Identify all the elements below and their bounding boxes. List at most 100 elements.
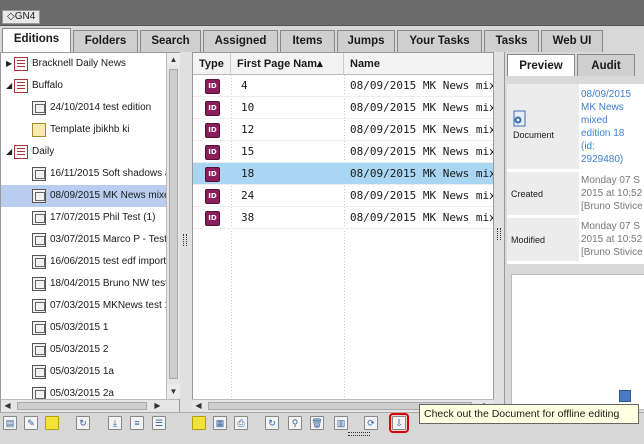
tree-item[interactable]: 05/03/2015 2 [1, 339, 167, 361]
collapse-icon[interactable]: ◢ [6, 82, 14, 90]
table-row[interactable]: ID 24 08/09/2015 MK News mixed edition 1… [193, 185, 493, 207]
tree-item[interactable]: 05/03/2015 1a [1, 361, 167, 383]
table-row[interactable]: ID 15 08/09/2015 MK News mixed edition 1… [193, 141, 493, 163]
table-row[interactable]: ID 38 08/09/2015 MK News mixed edition 1… [193, 207, 493, 229]
tree-item[interactable]: 03/07/2015 Marco P - Test Hi [1, 229, 167, 251]
sync-icon[interactable]: ⟳ [364, 416, 378, 430]
zoom-icon[interactable] [619, 390, 631, 402]
grid-header: Type First Page Nam▴ Name [193, 53, 493, 75]
scroll-thumb[interactable] [169, 69, 178, 379]
checkout-offline-icon[interactable]: ⇩ [389, 413, 409, 433]
table-row-selected[interactable]: ID 18 08/09/2015 MK News mixed edition 1… [193, 163, 493, 185]
tree-item-selected[interactable]: 08/09/2015 MK News mixed [1, 185, 167, 207]
page-icon[interactable] [192, 416, 206, 430]
edit-icon[interactable]: ✎ [24, 416, 38, 430]
edition-icon [32, 299, 46, 313]
pages-grid: Type First Page Nam▴ Name ID 4 08/09/201… [192, 52, 494, 400]
delete-icon[interactable]: 🗑 [310, 416, 324, 430]
open-page-icon[interactable]: ▦ [213, 416, 227, 430]
folder-icon[interactable]: ▥ [334, 416, 348, 430]
attach-icon[interactable]: ⚲ [288, 416, 302, 430]
tree-vertical-scrollbar[interactable]: ▲ ▼ [166, 53, 180, 399]
toolbar-grip[interactable] [348, 432, 370, 436]
column-header-first-page[interactable]: First Page Nam▴ [231, 53, 344, 75]
splitter-grip[interactable] [497, 228, 501, 240]
tree-item[interactable]: 16/06/2015 test edf import [1, 251, 167, 273]
scroll-up-icon[interactable]: ▲ [167, 53, 180, 66]
tree-item[interactable]: ▶ Bracknell Daily News [1, 53, 167, 75]
tab-tasks[interactable]: Tasks [484, 30, 539, 52]
app-title[interactable]: ◇GN4 [2, 10, 41, 24]
tab-preview[interactable]: Preview [507, 54, 575, 76]
tree-item-label: 24/10/2014 test edition [50, 102, 152, 113]
tab-items[interactable]: Items [280, 30, 335, 52]
list-icon[interactable]: ≡ [130, 416, 144, 430]
scroll-left-icon[interactable]: ◀ [1, 400, 14, 412]
tab-your-tasks[interactable]: Your Tasks [397, 30, 482, 52]
edition-icon [32, 255, 46, 269]
edition-icon [32, 211, 46, 225]
download-icon[interactable]: ⤓ [108, 416, 122, 430]
tree-item[interactable]: 17/07/2015 Phil Test (1) [1, 207, 167, 229]
collapse-icon[interactable]: ◢ [6, 148, 14, 156]
print-icon[interactable]: ⎙ [234, 416, 248, 430]
expand-icon[interactable]: ▶ [6, 60, 14, 68]
column-header-type[interactable]: Type [193, 53, 231, 75]
tree-item-label: 16/06/2015 test edf import [50, 256, 167, 267]
app-title-bar: ◇GN4 [0, 0, 644, 26]
right-splitter[interactable] [494, 52, 504, 412]
splitter-grip[interactable] [183, 234, 187, 246]
tab-editions[interactable]: Editions [2, 28, 71, 52]
tree-item-label: 05/03/2015 2 [50, 344, 109, 355]
tab-web-ui[interactable]: Web UI [541, 30, 603, 52]
tab-folders[interactable]: Folders [73, 30, 138, 52]
created-value-line: 2015 at 10:52 [581, 188, 643, 199]
tree-item[interactable]: 05/03/2015 1 [1, 317, 167, 339]
tree-item[interactable]: 18/04/2015 Bruno NW test [1, 273, 167, 295]
left-splitter[interactable] [180, 52, 192, 412]
scroll-down-icon[interactable]: ▼ [167, 385, 180, 398]
tree-horizontal-scrollbar[interactable]: ◀ ▶ [1, 399, 179, 412]
first-page-cell: 18 [241, 167, 255, 180]
new-edition-icon[interactable]: ▤ [3, 416, 17, 430]
list-view-icon[interactable]: ☰ [152, 416, 166, 430]
tree-item[interactable]: 07/03/2015 MKNews test 1 [1, 295, 167, 317]
first-page-cell: 4 [241, 79, 248, 92]
tab-assigned[interactable]: Assigned [203, 30, 278, 52]
edition-icon [32, 321, 46, 335]
name-cell: 08/09/2015 MK News mixed edition 18 [350, 123, 493, 136]
name-cell: 08/09/2015 MK News mixed edition 18 [350, 211, 493, 224]
tab-search[interactable]: Search [140, 30, 201, 52]
tree-item[interactable]: 16/11/2015 Soft shadows an [1, 163, 167, 185]
tree-item[interactable]: 24/10/2014 test edition [1, 97, 167, 119]
name-cell: 08/09/2015 MK News mixed edition 18 [350, 167, 493, 180]
column-header-name[interactable]: Name [344, 53, 493, 75]
tree-item[interactable]: 05/03/2015 2a [1, 383, 167, 399]
refresh-icon[interactable]: ↻ [76, 416, 90, 430]
indesign-page-icon: ID [205, 123, 220, 138]
tree-item[interactable]: ◢ Daily [1, 141, 167, 163]
scroll-thumb[interactable] [17, 402, 147, 410]
app-title-label: GN4 [14, 11, 36, 22]
refresh-icon[interactable]: ↻ [265, 416, 279, 430]
publication-icon [14, 145, 28, 159]
tooltip: Check out the Document for offline editi… [419, 404, 639, 424]
yellow-note-icon[interactable] [45, 416, 59, 430]
name-cell: 08/09/2015 MK News mixed edition 18 [350, 79, 493, 92]
table-row[interactable]: ID 4 08/09/2015 MK News mixed edition 18 [193, 75, 493, 97]
tree-item[interactable]: Template jbikhb ki [1, 119, 167, 141]
table-row[interactable]: ID 12 08/09/2015 MK News mixed edition 1… [193, 119, 493, 141]
indesign-page-icon: ID [205, 101, 220, 116]
document-value[interactable]: 08/09/2015 MK News mixed edition 18 (id:… [581, 88, 644, 166]
tree-item-label: 05/03/2015 2a [50, 388, 114, 399]
tab-jumps[interactable]: Jumps [337, 30, 395, 52]
scroll-left-icon[interactable]: ◀ [192, 400, 205, 412]
document-properties: Document 08/09/2015 MK News mixed editio… [507, 84, 644, 264]
tree-item[interactable]: ◢ Buffalo [1, 75, 167, 97]
created-value-line: [Bruno Stivice [581, 201, 643, 212]
tree-item-label: 07/03/2015 MKNews test 1 [50, 300, 167, 311]
edition-icon [32, 365, 46, 379]
scroll-right-icon[interactable]: ▶ [151, 400, 164, 412]
table-row[interactable]: ID 10 08/09/2015 MK News mixed edition 1… [193, 97, 493, 119]
tab-audit[interactable]: Audit [577, 54, 635, 76]
